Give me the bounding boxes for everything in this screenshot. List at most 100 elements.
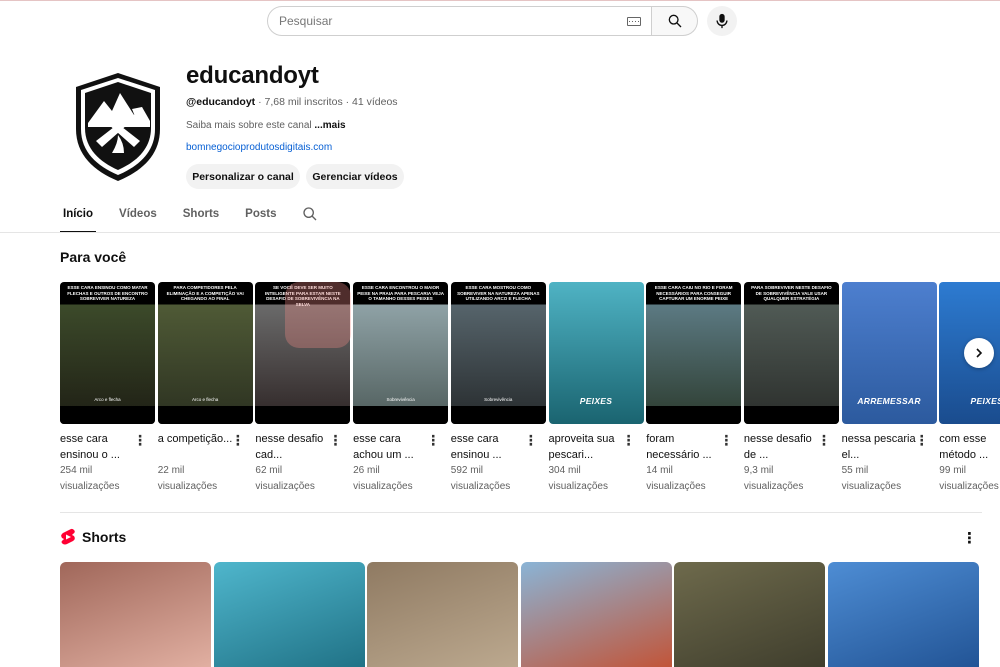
video-title[interactable]: nesse desafio de ... (744, 431, 824, 463)
search-icon (302, 207, 316, 221)
thumbnail-caption: Esse cara caiu no rio e foram necessário… (654, 285, 733, 301)
thumbnail-subcaption: Arco e flecha (192, 397, 219, 402)
video-views: 62 mil visualizações (255, 465, 315, 492)
video-thumbnail[interactable]: Para sobreviver neste desafio de sobrevi… (743, 282, 839, 424)
video-title[interactable]: esse cara achou um ... (353, 431, 433, 463)
video-thumbnail[interactable]: Para competidores pela eliminação e a co… (157, 282, 253, 424)
section-title-for-you: Para você (60, 249, 127, 265)
video-menu-icon[interactable]: ⋮ (817, 433, 831, 447)
video-views: 22 mil visualizações (157, 465, 218, 492)
channel-name: educandoyt (186, 62, 319, 89)
shorts-shelf (60, 562, 1000, 667)
video-menu-icon[interactable]: ⋮ (524, 433, 538, 447)
short-thumbnail[interactable] (828, 562, 979, 667)
thumbnail-bottom-bar (157, 406, 253, 424)
video-card[interactable]: Esse cara encontrou o maior peixe na pra… (353, 282, 449, 495)
search-input[interactable] (279, 14, 627, 28)
thumbnail-caption: Esse cara encontrou o maior peixe na pra… (357, 285, 444, 301)
thumbnail-subcaption: Arco e flecha (94, 397, 121, 402)
tab-posts[interactable]: Posts (242, 206, 279, 233)
video-card[interactable]: Esse cara caiu no rio e foram necessário… (646, 282, 742, 495)
thumbnail-caption: Para competidores pela eliminação e a co… (166, 285, 244, 301)
section-title-shorts: Shorts (82, 529, 127, 545)
voice-search-button[interactable] (707, 6, 737, 36)
thumbnail-bottom-bar (743, 406, 839, 424)
video-title[interactable]: esse cara ensinou o ... (60, 431, 140, 463)
video-views: 304 mil visualizações (548, 465, 608, 492)
chevron-right-icon (976, 348, 983, 358)
video-views: 14 mil visualizações (646, 465, 706, 492)
video-card[interactable]: Para sobreviver neste desafio de sobrevi… (743, 282, 839, 495)
video-thumbnail[interactable]: Esse cara caiu no rio e foram necessário… (646, 282, 742, 424)
video-thumbnail[interactable]: ARREMESSAR (841, 282, 937, 424)
channel-search-button[interactable] (302, 206, 318, 227)
thumbnail-subcaption: Sobrevivência (484, 397, 513, 402)
video-thumbnail[interactable]: Esse cara encontrou o maior peixe na pra… (353, 282, 449, 424)
thumbnail-caption: PEIXES (970, 396, 1000, 406)
video-card[interactable]: ARREMESSAR nessa pescaria el... 55 mil vis… (841, 282, 937, 495)
video-views: 55 mil visualizações (841, 465, 902, 492)
video-views: 592 mil visualizações (450, 465, 511, 492)
video-menu-icon[interactable]: ⋮ (231, 433, 245, 447)
video-views: 254 mil visualizações (60, 465, 120, 492)
tab-videos[interactable]: Vídeos (116, 206, 160, 233)
video-thumbnail[interactable]: PEIXES (548, 282, 644, 424)
video-menu-icon[interactable]: ⋮ (133, 433, 147, 447)
video-views: 26 mil visualizações (353, 465, 413, 492)
short-thumbnail[interactable] (520, 562, 672, 667)
thumbnail-caption: Esse cara mostrou como sobreviver na nat… (457, 285, 540, 301)
search-bar (267, 6, 698, 36)
customize-channel-button[interactable]: Personalizar o canal (186, 164, 300, 189)
video-menu-icon[interactable]: ⋮ (426, 433, 440, 447)
short-thumbnail[interactable] (674, 562, 826, 667)
video-title[interactable]: nesse desafio cad... (255, 431, 335, 463)
about-more-link[interactable]: ...mais (314, 120, 345, 131)
video-title[interactable]: nessa pescaria el... (842, 431, 922, 463)
tab-shorts[interactable]: Shorts (180, 206, 222, 233)
video-title[interactable]: foram necessário ... (646, 431, 726, 463)
short-thumbnail[interactable] (213, 562, 365, 667)
thumbnail-caption: Esse cara ensinou como matar flechas e o… (67, 285, 148, 301)
thumbnail-bottom-bar (353, 406, 449, 424)
video-card[interactable]: Para competidores pela eliminação e a co… (157, 282, 253, 495)
thumbnail-caption: PEIXES (579, 396, 613, 406)
video-card[interactable]: Esse cara ensinou como matar flechas e o… (60, 282, 155, 495)
shelf-next-button[interactable] (964, 338, 994, 368)
video-title[interactable]: aproveita sua pescari... (549, 431, 629, 463)
short-thumbnail[interactable] (60, 562, 211, 667)
video-menu-icon[interactable]: ⋮ (719, 433, 733, 447)
channel-tabs: Início Vídeos Shorts Posts (60, 206, 318, 233)
thumbnail-caption: ARREMESSAR (857, 396, 921, 406)
video-card[interactable]: Se você deve ser muito inteligente para … (255, 282, 351, 495)
video-title[interactable]: com esse método ... (939, 431, 1000, 463)
channel-about[interactable]: Saiba mais sobre este canal ...mais (186, 120, 346, 131)
shorts-more-menu[interactable]: ⋮ (962, 529, 977, 547)
video-menu-icon[interactable]: ⋮ (915, 433, 929, 447)
video-thumbnail[interactable]: Se você deve ser muito inteligente para … (255, 282, 351, 424)
video-card[interactable]: PEIXES aproveita sua pescari... 304 mil vi… (548, 282, 644, 495)
thumbnail-subcaption: Sobrevivência (386, 397, 415, 402)
search-box[interactable] (267, 6, 652, 36)
thumbnail-bottom-bar (255, 406, 351, 424)
manage-videos-button[interactable]: Gerenciar vídeos (306, 164, 404, 189)
short-thumbnail[interactable] (367, 562, 519, 667)
video-menu-icon[interactable]: ⋮ (328, 433, 342, 447)
video-title[interactable]: esse cara ensinou ... (451, 431, 531, 463)
video-menu-icon[interactable]: ⋮ (622, 433, 636, 447)
video-views: 99 mil visualizações (939, 465, 999, 492)
video-views: 9,3 mil visualizações (743, 465, 804, 492)
video-thumbnail[interactable]: Esse cara ensinou como matar flechas e o… (60, 282, 155, 424)
video-title[interactable]: a competição... (158, 431, 238, 463)
microphone-icon (716, 13, 728, 29)
tabs-divider (0, 232, 1000, 233)
video-thumbnail[interactable]: Esse cara mostrou como sobreviver na nat… (450, 282, 546, 424)
thumbnail-caption: Se você deve ser muito inteligente para … (265, 285, 341, 307)
video-card[interactable]: PEIXES com esse método ... 99 mil visualiz… (939, 282, 1000, 495)
channel-counts: · 7,68 mil inscritos · 41 vídeos (255, 96, 398, 108)
thumbnail-bottom-bar (646, 406, 742, 424)
search-button[interactable] (652, 6, 698, 36)
channel-website-link[interactable]: bomnegocioprodutosdigitais.com (186, 142, 332, 153)
tab-home[interactable]: Início (60, 206, 97, 233)
keyboard-icon[interactable] (627, 16, 641, 26)
video-card[interactable]: Esse cara mostrou como sobreviver na nat… (450, 282, 546, 495)
